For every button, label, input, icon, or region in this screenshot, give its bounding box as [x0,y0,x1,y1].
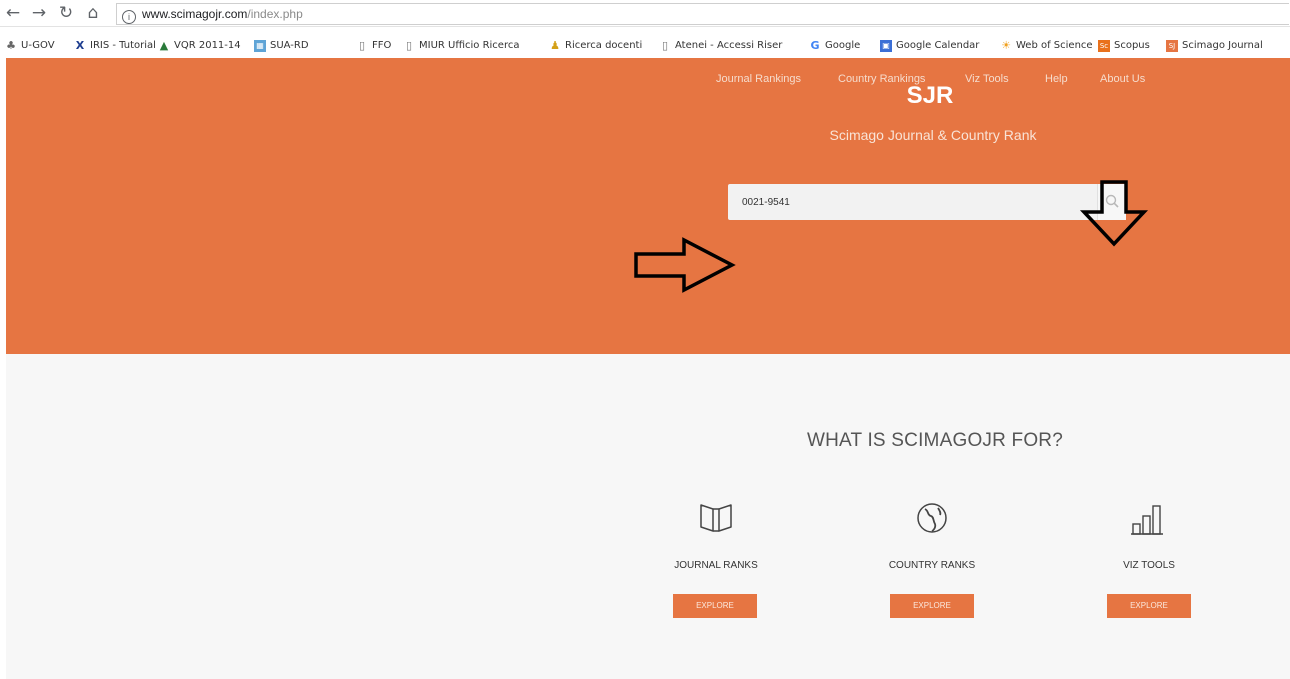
vqr-icon: ▲ [159,39,169,52]
sua-rd-icon: ▦ [254,40,266,52]
nav-about-us[interactable]: About Us [1100,73,1145,85]
google-icon: G [810,39,820,52]
globe-icon [917,503,947,533]
bookmark-ricerca-docenti[interactable]: ♟ Ricerca docenti [549,38,642,54]
home-icon[interactable]: ⌂ [84,3,102,23]
feature-label-journal-ranks: JOURNAL RANKS [674,560,758,571]
bookmark-sua-rd[interactable]: ▦ SUA-RD [254,38,309,54]
book-icon [700,504,732,532]
right-arrow-annotation [634,237,736,293]
search-box [728,184,1126,220]
nav-help[interactable]: Help [1045,73,1068,85]
info-icon[interactable]: i [122,10,136,24]
scopus-icon: Sc [1098,40,1110,52]
bookmark-ffo[interactable]: ▯ FFO [356,38,391,54]
feature-label-viz-tools: VIZ TOOLS [1123,560,1175,571]
bookmark-atenei[interactable]: ▯ Atenei - Accessi Riser [659,38,782,54]
url-path: /index.php [247,7,303,21]
u-gov-icon: ♣ [6,39,16,52]
bookmark-scimago-journal[interactable]: SJ Scimago Journal [1166,38,1263,54]
bookmark-iris-tutorial[interactable]: X IRIS - Tutorial [74,38,156,54]
explore-viz-tools-button[interactable]: EXPLORE [1107,594,1191,618]
page-icon: ▯ [358,39,366,52]
page-icon: ▯ [661,39,669,52]
feature-label-country-ranks: COUNTRY RANKS [888,560,976,571]
browser-toolbar: ← → ↻ ⌂ i www.scimagojr.com/index.php [0,0,1290,27]
bookmark-scopus[interactable]: Sc Scopus [1098,38,1150,54]
down-arrow-annotation [1079,180,1149,247]
search-input[interactable] [728,184,1098,220]
explore-journal-ranks-button[interactable]: EXPLORE [673,594,757,618]
calendar-icon: ▣ [880,40,892,52]
iris-icon: X [75,39,85,52]
features-heading: WHAT IS SCIMAGOJR FOR? [807,430,1063,451]
url-host: www.scimagojr.com [142,7,248,21]
scimago-icon: SJ [1166,40,1178,52]
wos-icon: ☀ [1001,39,1011,52]
nav-journal-rankings[interactable]: Journal Rankings [716,73,801,85]
bookmark-google[interactable]: G Google [809,38,860,54]
people-icon: ♟ [550,39,560,52]
address-bar[interactable]: i www.scimagojr.com/index.php [116,3,1289,25]
back-arrow-icon[interactable]: ← [4,3,22,23]
bookmark-miur[interactable]: ▯ MIUR Ufficio Ricerca [403,38,520,54]
features-section [6,354,1290,679]
bookmark-vqr[interactable]: ▲ VQR 2011-14 [158,38,241,54]
forward-arrow-icon[interactable]: → [30,3,48,23]
page-icon: ▯ [405,39,413,52]
bookmark-web-of-science[interactable]: ☀ Web of Science [1000,38,1093,54]
site-tagline: Scimago Journal & Country Rank [829,127,1037,143]
site-logo[interactable]: SJR [880,82,980,110]
bookmark-google-calendar[interactable]: ▣ Google Calendar [880,38,979,54]
bookmarks-bar: ♣ U-GOV X IRIS - Tutorial ▲ VQR 2011-14 ▦ SU… [0,35,1290,57]
bookmark-u-gov[interactable]: ♣ U-GOV [5,38,55,54]
bar-chart-icon [1131,505,1163,535]
explore-country-ranks-button[interactable]: EXPLORE [890,594,974,618]
reload-icon[interactable]: ↻ [57,3,75,23]
